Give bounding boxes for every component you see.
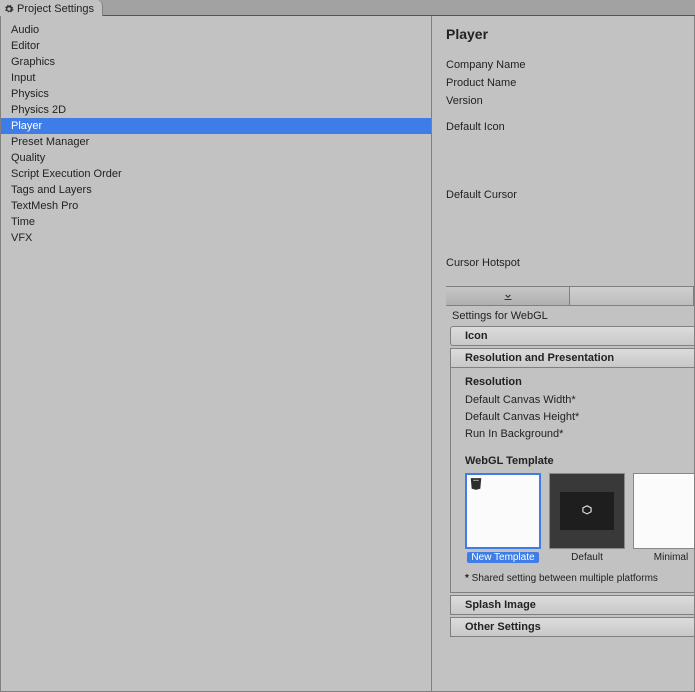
template-list: New Template Default Minimal — [465, 473, 686, 563]
settings-for-label: Settings for WebGL — [446, 306, 694, 324]
unity-icon — [580, 504, 594, 518]
sidebar-item-quality[interactable]: Quality — [1, 150, 431, 166]
template-label: Default — [571, 552, 603, 563]
field-default-cursor: Default Cursor — [446, 186, 694, 204]
field-default-canvas-height: Default Canvas Height* — [465, 409, 686, 426]
webgl-template-heading: WebGL Template — [465, 455, 686, 467]
platform-tabs — [446, 286, 694, 306]
template-new-template[interactable]: New Template — [465, 473, 541, 563]
field-cursor-hotspot: Cursor Hotspot — [446, 254, 694, 272]
sidebar-item-physics2d[interactable]: Physics 2D — [1, 102, 431, 118]
html5-icon — [469, 477, 483, 491]
resolution-heading: Resolution — [465, 376, 686, 388]
sidebar-item-tags-layers[interactable]: Tags and Layers — [1, 182, 431, 198]
platform-tab-webgl[interactable] — [446, 287, 570, 305]
gear-icon — [4, 4, 14, 14]
shared-setting-footnote: * Shared setting between multiple platfo… — [465, 573, 686, 584]
sidebar-item-audio[interactable]: Audio — [1, 22, 431, 38]
sidebar-item-textmeshpro[interactable]: TextMesh Pro — [1, 198, 431, 214]
sidebar-item-editor[interactable]: Editor — [1, 38, 431, 54]
sidebar-item-player[interactable]: Player — [1, 118, 431, 134]
field-default-canvas-width: Default Canvas Width* — [465, 392, 686, 409]
template-default[interactable]: Default — [549, 473, 625, 563]
player-settings-pane: Player Company Name Product Name Version… — [432, 16, 694, 691]
settings-sidebar: Audio Editor Graphics Input Physics Phys… — [1, 16, 431, 691]
platform-tab-other[interactable] — [570, 287, 694, 305]
section-icon[interactable]: Icon — [450, 326, 694, 346]
template-label: New Template — [467, 552, 538, 563]
tab-title: Project Settings — [17, 3, 94, 15]
sidebar-item-script-execution-order[interactable]: Script Execution Order — [1, 166, 431, 182]
section-other-settings[interactable]: Other Settings — [450, 617, 694, 637]
sidebar-item-input[interactable]: Input — [1, 70, 431, 86]
window-titlebar: Project Settings — [0, 0, 695, 16]
field-run-in-background: Run In Background* — [465, 426, 686, 443]
field-version: Version — [446, 92, 694, 110]
sidebar-item-preset-manager[interactable]: Preset Manager — [1, 134, 431, 150]
sidebar-item-physics[interactable]: Physics — [1, 86, 431, 102]
section-resolution-presentation[interactable]: Resolution and Presentation — [450, 348, 694, 368]
section-splash-image[interactable]: Splash Image — [450, 595, 694, 615]
tab-project-settings[interactable]: Project Settings — [0, 0, 103, 16]
section-resolution-body: Resolution Default Canvas Width* Default… — [450, 368, 694, 593]
template-label: Minimal — [654, 552, 688, 563]
download-icon — [502, 290, 514, 302]
field-default-icon: Default Icon — [446, 118, 694, 136]
template-minimal[interactable]: Minimal — [633, 473, 694, 563]
field-product-name: Product Name — [446, 74, 694, 92]
sidebar-item-graphics[interactable]: Graphics — [1, 54, 431, 70]
sidebar-item-time[interactable]: Time — [1, 214, 431, 230]
page-title: Player — [446, 26, 694, 42]
field-company-name: Company Name — [446, 56, 694, 74]
sidebar-item-vfx[interactable]: VFX — [1, 230, 431, 246]
